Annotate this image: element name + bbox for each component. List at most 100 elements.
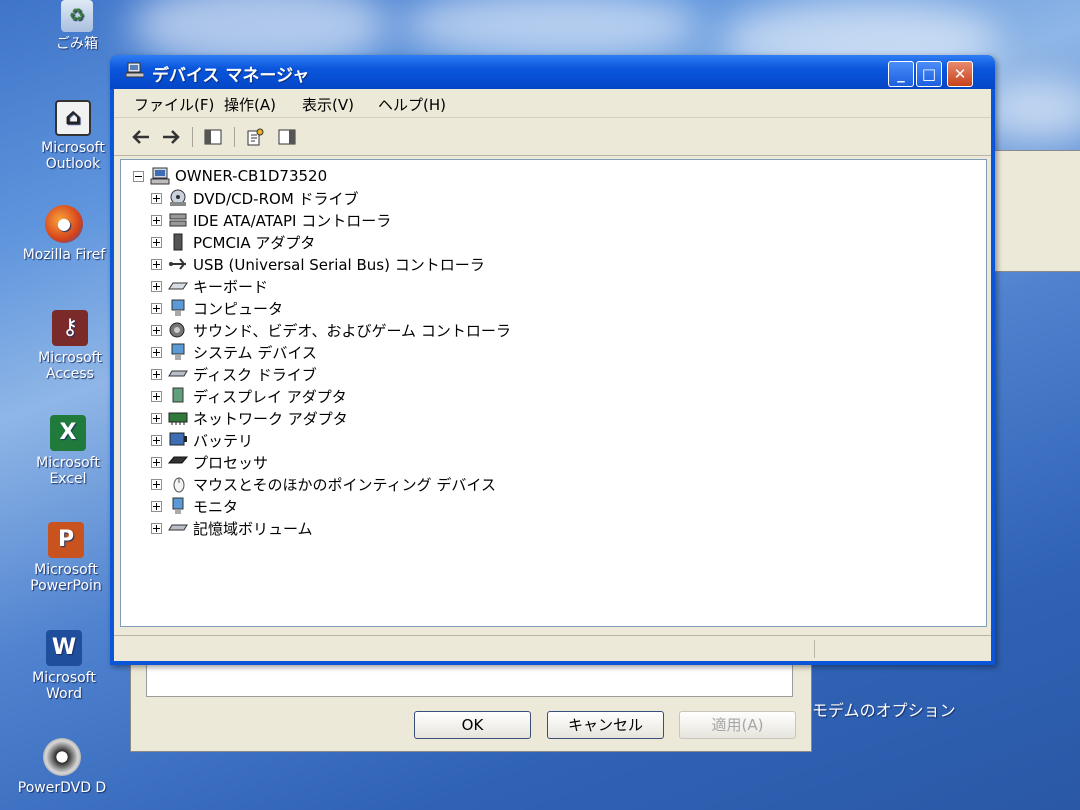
menu-help[interactable]: ヘルプ(H): [378, 94, 446, 115]
dvd-drive-icon: [168, 189, 188, 207]
minimize-button[interactable]: _: [888, 61, 914, 87]
expand-icon[interactable]: [151, 236, 162, 248]
desktop-icon-label: ごみ箱: [56, 36, 98, 52]
menu-action[interactable]: 操作(A): [224, 94, 276, 115]
expand-icon[interactable]: [151, 456, 162, 468]
expand-icon[interactable]: [151, 500, 162, 512]
tree-item-processor[interactable]: プロセッサ: [151, 451, 268, 473]
toolbar: [114, 119, 991, 156]
computer-root-icon: [150, 167, 170, 185]
desktop-icon-recycle-bin[interactable]: ♻ ごみ箱: [27, 0, 127, 52]
tree-item-label: PCMCIA アダプタ: [193, 233, 316, 252]
tree-item-storage[interactable]: 記憶域ボリューム: [151, 517, 313, 539]
expand-icon[interactable]: [151, 522, 162, 534]
desktop-icon-label: Microsoft Access: [38, 350, 102, 382]
expand-icon[interactable]: [151, 478, 162, 490]
expand-icon[interactable]: [151, 324, 162, 336]
desktop-icon-word[interactable]: W Microsoft Word: [14, 630, 114, 702]
tree-item-label: キーボード: [193, 277, 269, 296]
expand-icon[interactable]: [151, 280, 162, 292]
title-bar[interactable]: デバイス マネージャ _ □ ✕: [110, 55, 995, 89]
expand-icon[interactable]: [151, 390, 162, 402]
expand-icon[interactable]: [151, 214, 162, 226]
help-pane-icon[interactable]: [276, 126, 298, 148]
computer-icon: [168, 299, 188, 317]
cancel-button[interactable]: キャンセル: [547, 711, 664, 739]
desktop-icon-label: Microsoft Outlook: [41, 140, 105, 172]
tree-item-pcmcia[interactable]: PCMCIA アダプタ: [151, 231, 315, 253]
tree-item-ide[interactable]: IDE ATA/ATAPI コントローラ: [151, 209, 391, 231]
tree-item-system[interactable]: システム デバイス: [151, 341, 317, 363]
tree-item-sound[interactable]: サウンド、ビデオ、およびゲーム コントローラ: [151, 319, 511, 341]
tree-item-monitor[interactable]: モニタ: [151, 495, 238, 517]
show-hide-console-tree-icon[interactable]: [202, 126, 224, 148]
tree-item-label: マウスとそのほかのポインティング デバイス: [193, 475, 496, 494]
word-icon: W: [46, 630, 82, 666]
expand-icon[interactable]: [151, 302, 162, 314]
status-separator: [814, 640, 815, 658]
desktop-icon-label: Microsoft Excel: [36, 455, 100, 487]
tree-item-network[interactable]: ネットワーク アダプタ: [151, 407, 348, 429]
toolbar-separator: [192, 127, 193, 147]
tree-item-label: 記憶域ボリューム: [193, 519, 313, 538]
tree-root[interactable]: OWNER-CB1D73520: [133, 166, 327, 186]
device-tree: OWNER-CB1D73520 DVD/CD-ROM ドライブ IDE ATA/…: [120, 159, 987, 627]
ok-button[interactable]: OK: [414, 711, 531, 739]
collapse-icon[interactable]: [133, 170, 144, 182]
menu-file[interactable]: ファイル(F): [134, 94, 214, 115]
tree-item-display[interactable]: ディスプレイ アダプタ: [151, 385, 347, 407]
tree-item-dvd[interactable]: DVD/CD-ROM ドライブ: [151, 187, 359, 209]
desktop-icon-firefox[interactable]: ● Mozilla Firef: [14, 205, 114, 263]
tree-item-disk[interactable]: ディスク ドライブ: [151, 363, 317, 385]
background-dialog-panel: [985, 150, 1080, 272]
desktop-icon-outlook[interactable]: ⌂ Microsoft Outlook: [23, 100, 123, 172]
maximize-button[interactable]: □: [916, 61, 942, 87]
apply-button[interactable]: 適用(A): [679, 711, 796, 739]
expand-icon[interactable]: [151, 412, 162, 424]
tree-item-label: ディスプレイ アダプタ: [193, 387, 347, 406]
device-manager-icon: [126, 62, 144, 78]
menu-bar: ファイル(F) 操作(A) 表示(V) ヘルプ(H): [114, 89, 991, 118]
powerdvd-icon: [43, 738, 81, 776]
expand-icon[interactable]: [151, 192, 162, 204]
tree-item-label: ディスク ドライブ: [193, 365, 317, 384]
tree-item-label: プロセッサ: [193, 453, 269, 472]
ide-controller-icon: [168, 211, 188, 229]
tree-item-battery[interactable]: バッテリ: [151, 429, 253, 451]
menu-view[interactable]: 表示(V): [302, 94, 354, 115]
device-manager-window: デバイス マネージャ _ □ ✕ ファイル(F) 操作(A) 表示(V) ヘルプ…: [110, 55, 995, 665]
pcmcia-adapter-icon: [168, 233, 188, 251]
outlook-icon: ⌂: [55, 100, 91, 136]
storage-volume-icon: [168, 519, 188, 537]
expand-icon[interactable]: [151, 346, 162, 358]
access-key-icon: ⚷: [52, 310, 88, 346]
desktop-icon-powerdvd[interactable]: PowerDVD D: [12, 738, 112, 796]
mouse-icon: [168, 475, 188, 493]
desktop-icon-powerpoint[interactable]: P Microsoft PowerPoin: [16, 522, 116, 594]
tree-item-computer[interactable]: コンピュータ: [151, 297, 283, 319]
desktop-icon-label: PowerDVD D: [17, 780, 107, 796]
tree-item-keyboard[interactable]: キーボード: [151, 275, 268, 297]
window-title: デバイス マネージャ: [152, 66, 310, 86]
sound-icon: [168, 321, 188, 339]
desktop-icon-access[interactable]: ⚷ Microsoft Access: [20, 310, 120, 382]
desktop-icon-excel[interactable]: X Microsoft Excel: [18, 415, 118, 487]
disk-drive-icon: [168, 365, 188, 383]
back-arrow-icon[interactable]: [130, 126, 152, 148]
tree-item-usb[interactable]: USB (Universal Serial Bus) コントローラ: [151, 253, 485, 275]
monitor-icon: [168, 497, 188, 515]
firefox-icon: ●: [45, 205, 83, 243]
desktop-icon-label: Microsoft PowerPoin: [30, 562, 102, 594]
excel-icon: X: [50, 415, 86, 451]
tree-item-label: コンピュータ: [193, 299, 284, 318]
expand-icon[interactable]: [151, 368, 162, 380]
forward-arrow-icon[interactable]: [160, 126, 182, 148]
properties-icon[interactable]: [244, 126, 266, 148]
tree-item-mouse[interactable]: マウスとそのほかのポインティング デバイス: [151, 473, 496, 495]
expand-icon[interactable]: [151, 434, 162, 446]
close-button[interactable]: ✕: [947, 61, 973, 87]
modem-options-label: モデムのオプション: [812, 701, 956, 720]
tree-item-label: IDE ATA/ATAPI コントローラ: [193, 211, 392, 230]
tree-item-label: システム デバイス: [193, 343, 317, 362]
expand-icon[interactable]: [151, 258, 162, 270]
